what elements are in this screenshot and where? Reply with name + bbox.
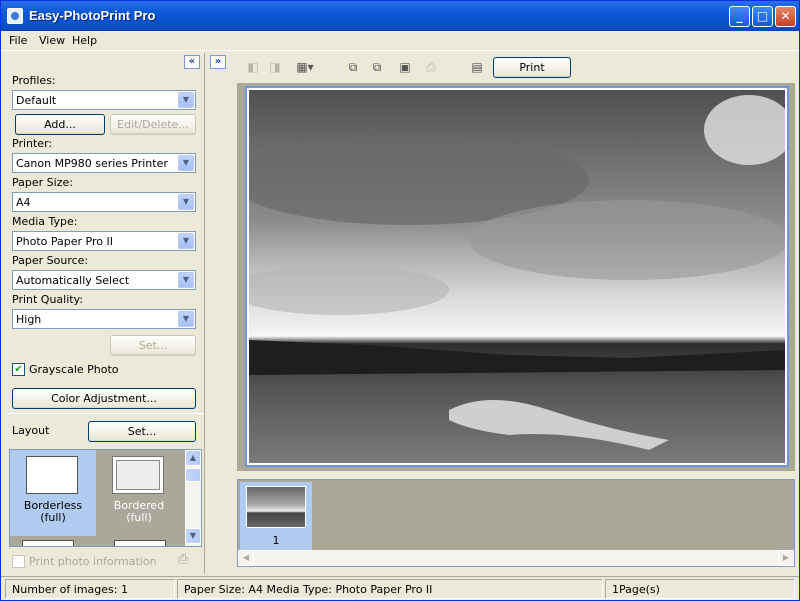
- camera-info-icon[interactable]: ⎙: [178, 552, 196, 568]
- thumbnail-scrollbar[interactable]: ◀ ▶: [238, 550, 794, 566]
- preview-area: ◧ ◨ ▦▾ ⧉ ⧉ ▣ ⎙ ▤ Print 1 ◀ ▶: [235, 53, 799, 574]
- window-title: Easy-PhotoPrint Pro: [29, 8, 156, 23]
- thumbnail-image: [246, 486, 306, 528]
- printer-value: Canon MP980 series Printer: [16, 157, 168, 170]
- profiles-value: Default: [16, 94, 57, 107]
- paper-size-value: A4: [16, 196, 31, 209]
- app-window: Easy-PhotoPrint Pro _ □ ✕ File View Help…: [0, 0, 800, 601]
- print-info-checkbox[interactable]: [12, 555, 25, 568]
- status-bar: Number of images: 1 Paper Size: A4 Media…: [1, 576, 799, 600]
- thumbnail-strip: 1 ◀ ▶: [237, 479, 795, 567]
- photo-preview[interactable]: [249, 90, 785, 463]
- profiles-label: Profiles:: [12, 74, 56, 87]
- page-setup-icon[interactable]: ▤: [467, 58, 487, 76]
- bordered-preview-icon: [112, 456, 164, 494]
- menu-bar: File View Help: [1, 31, 799, 51]
- app-icon: [7, 8, 23, 24]
- separator: [8, 413, 204, 414]
- printer-select[interactable]: Canon MP980 series Printer ▼: [12, 153, 196, 173]
- media-type-value: Photo Paper Pro II: [16, 235, 113, 248]
- layout-more-preview: [114, 540, 166, 546]
- layout-bordered-sublabel: (full): [126, 511, 152, 524]
- layout-borderless[interactable]: Borderless (full): [10, 450, 96, 536]
- next-page-icon[interactable]: ◨: [265, 58, 285, 76]
- minimize-button[interactable]: _: [729, 6, 750, 27]
- grayscale-checkbox[interactable]: ✔: [12, 363, 25, 376]
- layout-more-preview: [22, 540, 74, 546]
- scroll-thumb[interactable]: [185, 468, 201, 482]
- layout-set-button[interactable]: Set...: [88, 421, 196, 442]
- layout-label: Layout: [12, 424, 50, 437]
- print-quality-value: High: [16, 313, 42, 326]
- chevron-down-icon[interactable]: ▼: [178, 155, 194, 171]
- rotate-left-icon[interactable]: ⧉: [343, 58, 363, 76]
- print-button[interactable]: Print: [493, 57, 571, 78]
- thumbnail-label: 1: [272, 534, 280, 547]
- rotate-right-icon[interactable]: ⧉: [367, 58, 387, 76]
- print-info-label: Print photo information: [29, 555, 157, 568]
- status-image-count: Number of images: 1: [5, 579, 175, 599]
- chevron-down-icon[interactable]: ▼: [178, 311, 194, 327]
- thumbnail-item[interactable]: 1: [240, 482, 312, 554]
- quality-set-button[interactable]: Set...: [110, 335, 196, 356]
- media-type-label: Media Type:: [12, 215, 78, 228]
- layout-borderless-sublabel: (full): [40, 511, 66, 524]
- paper-size-select[interactable]: A4 ▼: [12, 192, 196, 212]
- edit-delete-profile-button[interactable]: Edit/Delete...: [110, 114, 196, 135]
- status-paper-info: Paper Size: A4 Media Type: Photo Paper P…: [177, 579, 603, 599]
- borderless-preview-icon: [26, 456, 78, 494]
- scroll-left-icon[interactable]: ◀: [238, 550, 254, 566]
- status-page-count: 1Page(s): [605, 579, 795, 599]
- settings-panel: « Profiles: Default ▼ Add... Edit/Delete…: [4, 53, 204, 574]
- expand-panel-button[interactable]: »: [210, 55, 226, 69]
- menu-view[interactable]: View: [39, 34, 65, 47]
- add-profile-button[interactable]: Add...: [15, 114, 105, 135]
- print-quality-select[interactable]: High ▼: [12, 309, 196, 329]
- collapse-panel-button[interactable]: «: [184, 55, 200, 69]
- scroll-down-icon[interactable]: ▼: [185, 528, 201, 544]
- menu-file[interactable]: File: [9, 34, 27, 47]
- prev-page-icon[interactable]: ◧: [243, 58, 263, 76]
- paper-source-select[interactable]: Automatically Select ▼: [12, 270, 196, 290]
- printer-label: Printer:: [12, 137, 53, 150]
- chevron-down-icon[interactable]: ▼: [178, 92, 194, 108]
- close-button[interactable]: ✕: [775, 6, 796, 27]
- paper-size-label: Paper Size:: [12, 176, 73, 189]
- menu-help[interactable]: Help: [72, 34, 97, 47]
- grayscale-label: Grayscale Photo: [29, 363, 119, 376]
- color-adjustment-button[interactable]: Color Adjustment...: [12, 388, 196, 409]
- scroll-up-icon[interactable]: ▲: [185, 450, 201, 466]
- chevron-down-icon[interactable]: ▼: [178, 233, 194, 249]
- panel-divider[interactable]: »: [204, 53, 234, 574]
- scroll-right-icon[interactable]: ▶: [778, 550, 794, 566]
- title-bar[interactable]: Easy-PhotoPrint Pro _ □ ✕: [1, 1, 799, 31]
- layout-bordered[interactable]: Bordered (full): [96, 450, 182, 536]
- page-preview: [237, 83, 795, 471]
- layout-list: Borderless (full) Bordered (full) ▲ ▼: [9, 449, 202, 547]
- media-type-select[interactable]: Photo Paper Pro II ▼: [12, 231, 196, 251]
- landscape-photo-image: [249, 90, 785, 463]
- profiles-select[interactable]: Default ▼: [12, 90, 196, 110]
- print-settings-icon[interactable]: ⎙: [421, 58, 441, 76]
- print-quality-label: Print Quality:: [12, 293, 84, 306]
- paper-source-value: Automatically Select: [16, 274, 130, 287]
- chevron-down-icon[interactable]: ▼: [178, 194, 194, 210]
- fit-image-icon[interactable]: ▣: [395, 58, 415, 76]
- view-mode-icon[interactable]: ▦▾: [291, 58, 319, 76]
- chevron-down-icon[interactable]: ▼: [178, 272, 194, 288]
- photo-frame[interactable]: [245, 86, 789, 467]
- maximize-button[interactable]: □: [752, 6, 773, 27]
- paper-source-label: Paper Source:: [12, 254, 89, 267]
- layout-scrollbar[interactable]: ▲ ▼: [185, 450, 201, 546]
